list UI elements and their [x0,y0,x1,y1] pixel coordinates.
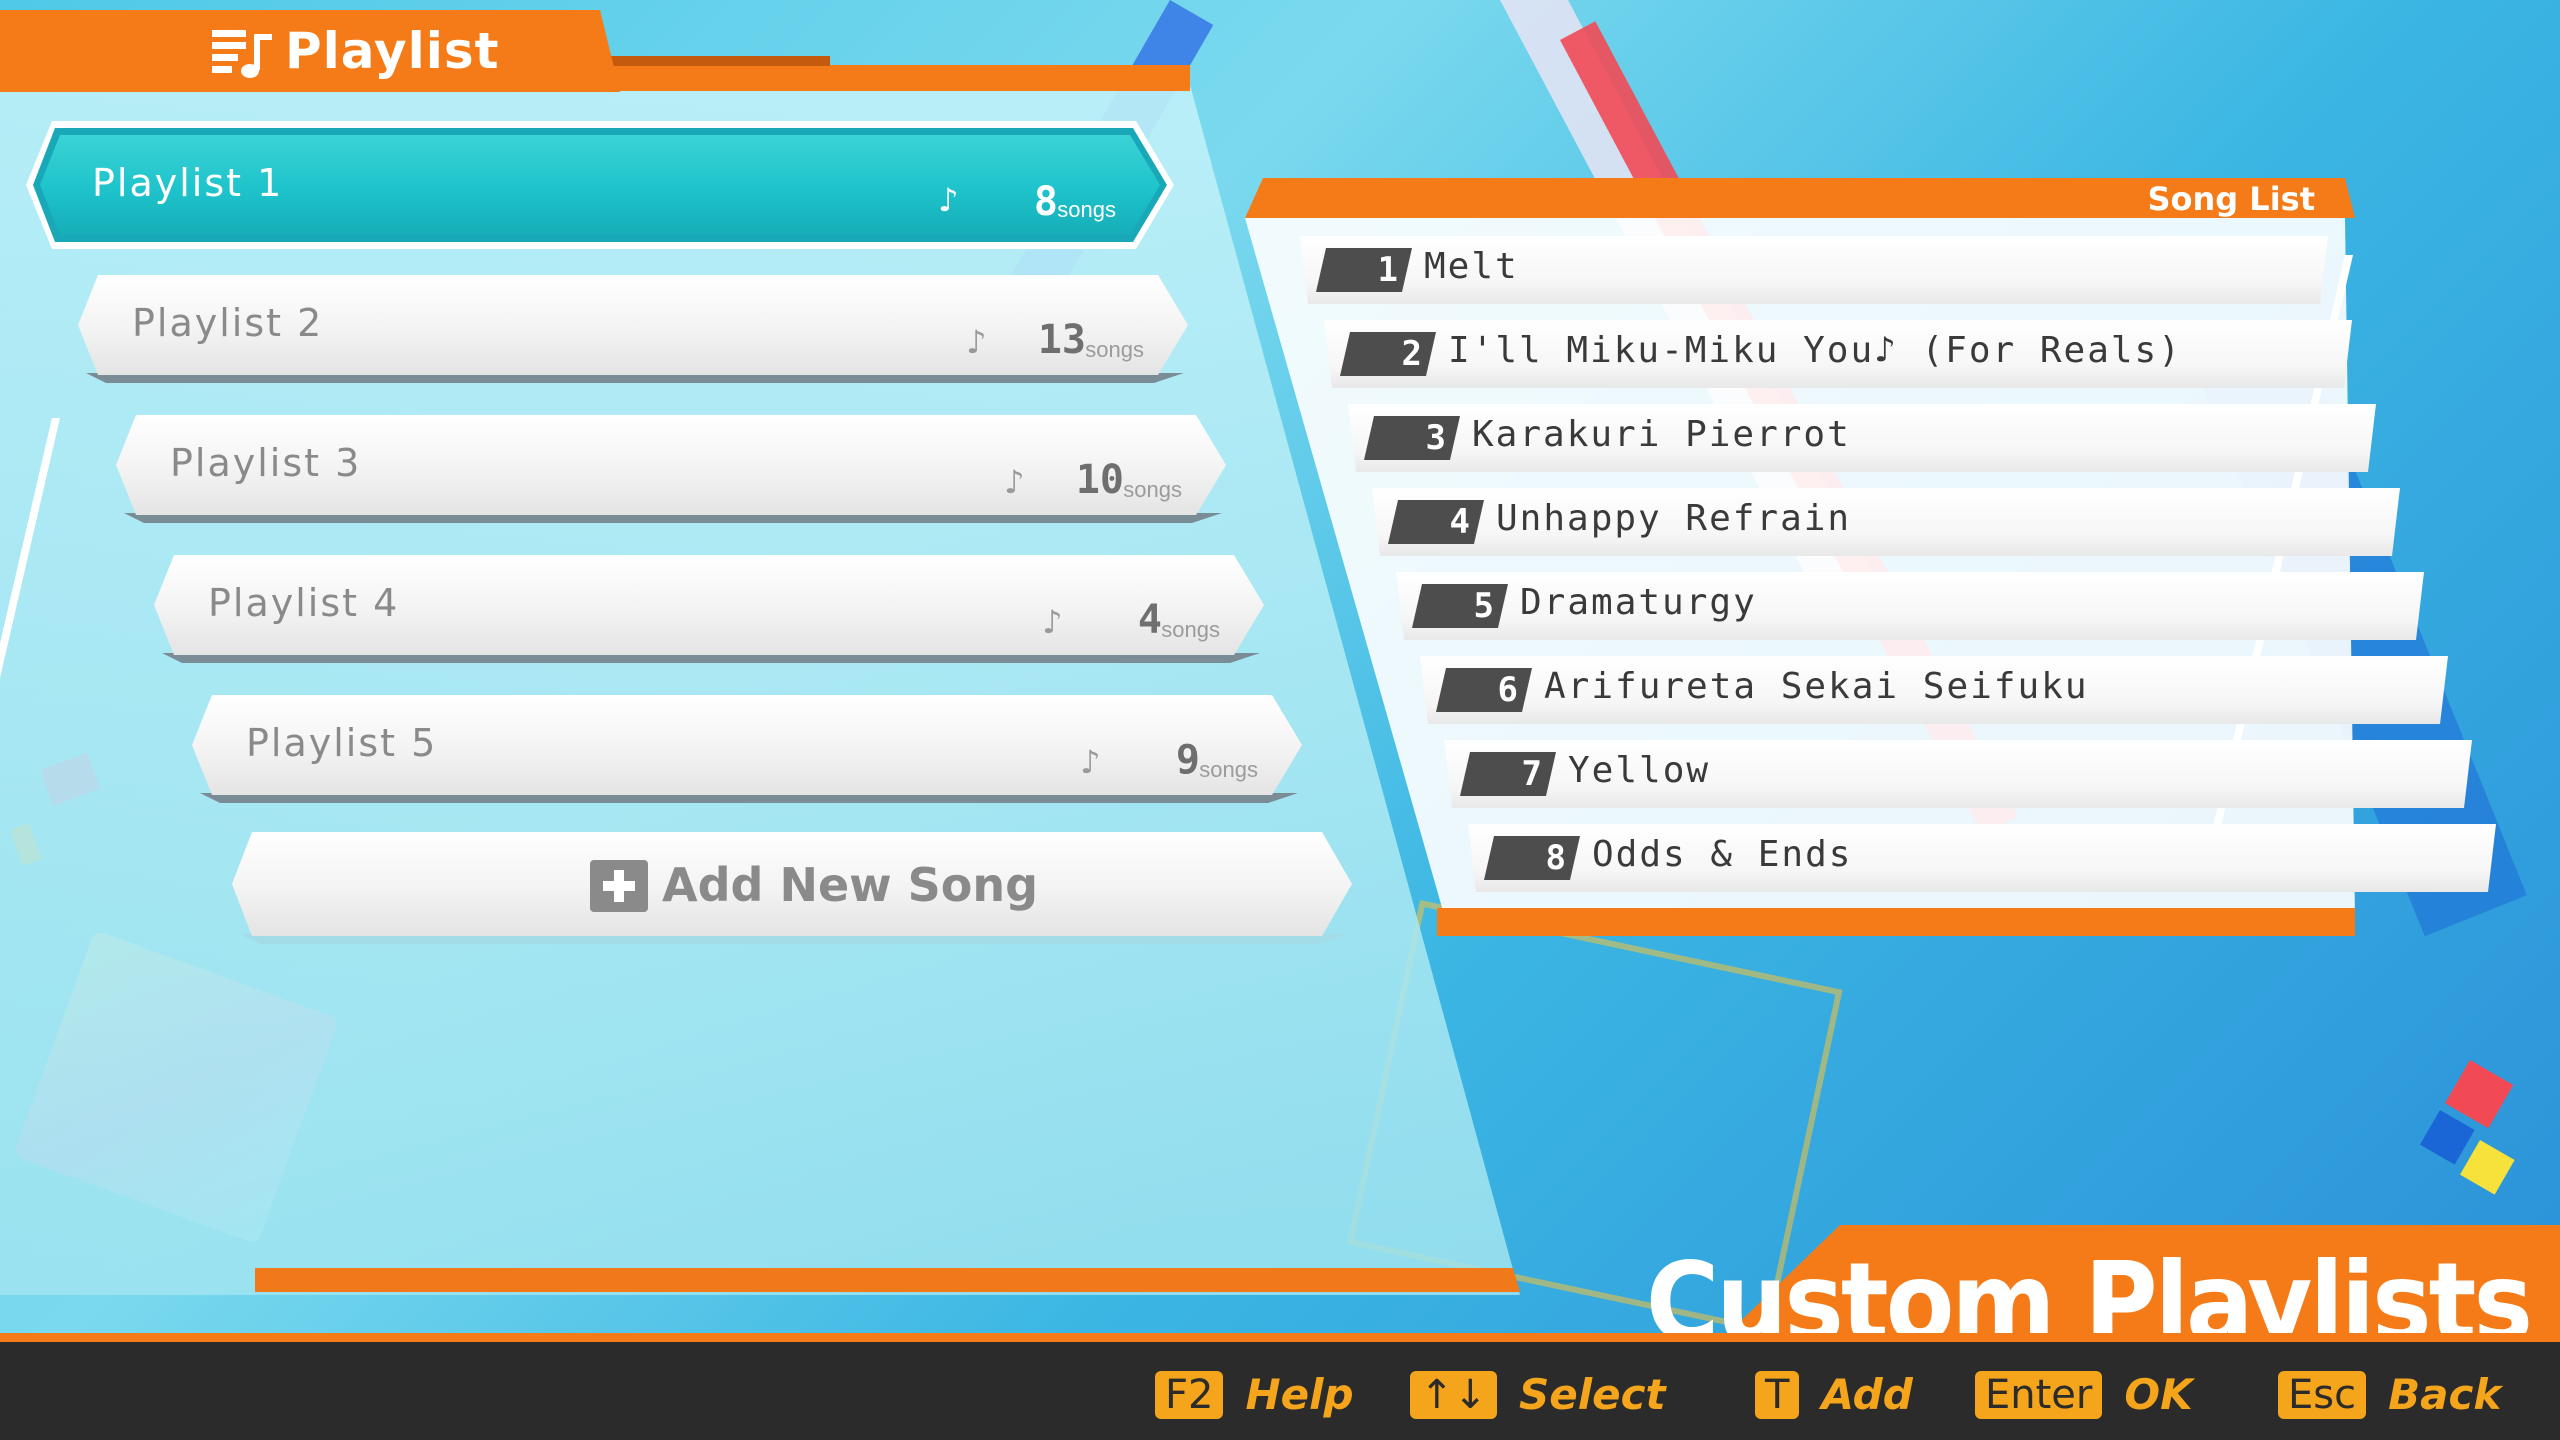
song-title: I'll Miku-Miku You♪ (For Reals) [1448,330,2182,371]
key-cap: ↑↓ [1410,1370,1498,1419]
music-note-icon: ♪ [966,323,987,361]
control-hint-ok[interactable]: Enter OK [1975,1370,2193,1420]
playlist-songs-unit: songs [1161,617,1220,642]
song-title: Yellow [1568,750,1711,791]
key-cap: Esc [2278,1370,2367,1419]
playlist-name: Playlist 2 [132,301,324,345]
song-title: Arifureta Sekai Seifuku [1544,666,2089,707]
control-hint-help[interactable]: F2 Help [1155,1370,1354,1420]
song-title: Karakuri Pierrot [1472,414,1851,455]
music-note-icon: ♪ [1080,743,1101,781]
playlist-song-count: 13 [1037,317,1086,363]
song-title: Odds & Ends [1592,834,1853,875]
control-label: Add [1821,1370,1913,1419]
song-number: 6 [1497,670,1518,710]
song-list-title: Song List [2147,180,2315,218]
song-list-item[interactable]: 7 Yellow [1444,740,2472,808]
add-new-song-label: Add New Song [662,858,1039,912]
song-title: Unhappy Refrain [1496,498,1852,539]
control-label: Select [1519,1370,1666,1419]
song-number: 2 [1401,334,1422,374]
song-list-item[interactable]: 1 Melt [1300,236,2328,304]
song-number: 7 [1521,754,1542,794]
song-number: 5 [1473,586,1494,626]
song-list-item[interactable]: 5 Dramaturgy [1396,572,2424,640]
playlist-name: Playlist 1 [92,161,284,205]
playlist-songs-unit: songs [1057,197,1116,222]
song-list-item[interactable]: 3 Karakuri Pierrot [1348,404,2376,472]
song-list-item[interactable]: 4 Unhappy Refrain [1372,488,2400,556]
playlist-songs-unit: songs [1085,337,1144,362]
playlist-name: Playlist 4 [208,581,400,625]
playlist-item[interactable]: Playlist 3 ♪ 10 songs [116,415,1226,515]
playlist-header-bar [600,65,1190,91]
plus-icon [590,860,648,912]
playlist-item[interactable]: Playlist 5 ♪ 9 songs [192,695,1302,795]
control-label: Help [1245,1370,1354,1419]
song-title: Melt [1424,246,1519,287]
playlist-item[interactable]: Playlist 2 ♪ 13 songs [78,275,1188,375]
playlist-song-count: 4 [1137,597,1162,643]
song-list-header: Song List [1245,178,2355,218]
control-hint-back[interactable]: Esc Back [2278,1370,2501,1420]
music-note-icon: ♪ [1004,463,1025,501]
music-note-icon: ♪ [938,181,959,219]
key-cap: T [1755,1370,1800,1419]
playlist-name: Playlist 5 [246,721,438,765]
song-number: 3 [1425,418,1446,458]
playlist-name: Playlist 3 [170,441,362,485]
control-label: OK [2124,1370,2193,1419]
playlist-icon [212,30,272,78]
song-title: Dramaturgy [1520,582,1757,623]
playlist-header-accent [610,56,830,66]
song-number: 1 [1377,250,1398,290]
playlist-song-count: 10 [1075,457,1124,503]
playlist-header-title: Playlist [285,22,500,80]
playlist-songs-unit: songs [1123,477,1182,502]
playlist-song-count: 9 [1175,737,1200,783]
song-list-item[interactable]: 2 I'll Miku-Miku You♪ (For Reals) [1324,320,2352,388]
song-number: 4 [1449,502,1470,542]
song-list-footer [1437,908,2355,936]
key-cap: Enter [1975,1370,2103,1419]
control-hint-select[interactable]: ↑↓ Select [1410,1370,1666,1420]
music-note-icon: ♪ [1042,603,1063,641]
playlist-item[interactable]: Playlist 4 ♪ 4 songs [154,555,1264,655]
playlist-panel-bottom-bar [255,1268,1520,1292]
key-cap: F2 [1155,1370,1224,1419]
song-number: 8 [1545,838,1566,878]
playlist-item[interactable]: Playlist 1 ♪ 8 songs [40,135,1160,235]
control-label: Back [2388,1370,2502,1419]
playlist-song-count: 8 [1033,179,1058,225]
add-new-song-button[interactable]: Add New Song [232,832,1352,936]
control-hint-add[interactable]: T Add [1755,1370,1913,1420]
song-list-item[interactable]: 8 Odds & Ends [1468,824,2496,892]
song-list-item[interactable]: 6 Arifureta Sekai Seifuku [1420,656,2448,724]
